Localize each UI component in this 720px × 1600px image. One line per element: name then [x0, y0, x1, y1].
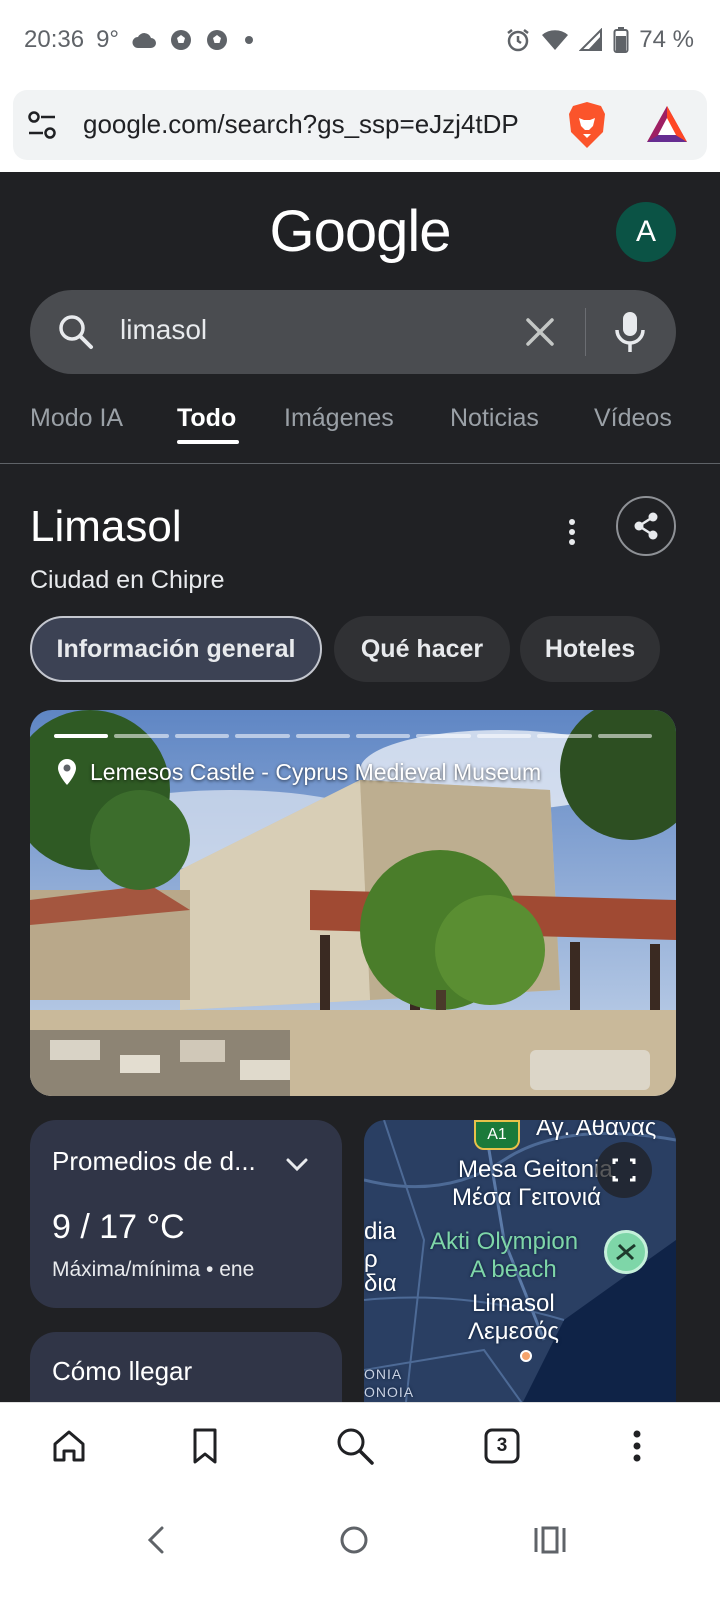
hero-caption[interactable]: Lemesos Castle - Cyprus Medieval Museum	[56, 758, 541, 786]
share-icon	[634, 512, 658, 540]
bookmark-icon[interactable]	[184, 1425, 226, 1467]
map-label: δια	[364, 1270, 397, 1297]
cloud-icon	[131, 31, 157, 49]
knowledge-panel-title: Limasol	[30, 502, 182, 551]
knowledge-panel-subtitle: Ciudad en Chipre	[30, 566, 225, 594]
back-icon[interactable]	[136, 1520, 176, 1560]
active-tab-indicator	[177, 440, 239, 444]
map-label: Limasol	[472, 1290, 555, 1317]
signal-icon	[579, 28, 603, 52]
browser-bottom-toolbar: 3	[0, 1402, 720, 1488]
wifi-icon	[541, 28, 569, 52]
more-options-icon[interactable]	[560, 512, 584, 552]
map-label: ONOIA	[364, 1384, 415, 1400]
map-label: Akti Olympion	[430, 1228, 579, 1255]
weather-card[interactable]: Promedios de d... 9 / 17 °C Máxima/mínim…	[30, 1120, 342, 1308]
city-marker	[520, 1350, 532, 1362]
address-bar[interactable]: google.com/search?gs_ssp=eJzj4tDP	[13, 90, 707, 160]
weather-subtitle: Máxima/mínima • ene	[52, 1258, 255, 1281]
map-card[interactable]: A1 Αγ. Αθανας Mesa Geitonia Μέσα Γειτονι…	[364, 1120, 676, 1420]
battery-icon	[613, 27, 629, 53]
beach-pin-icon[interactable]	[604, 1230, 648, 1274]
bat-rewards-icon[interactable]	[645, 104, 689, 144]
tab-imagenes[interactable]: Imágenes	[284, 404, 394, 433]
status-right: 74 %	[505, 26, 694, 54]
progress-segment	[356, 734, 411, 738]
map-label: Λεμεσός	[468, 1318, 559, 1345]
brave-shields-icon[interactable]	[565, 100, 609, 150]
hero-caption-text: Lemesos Castle - Cyprus Medieval Museum	[90, 758, 542, 785]
search-input[interactable]: limasol	[120, 314, 207, 346]
system-nav-bar	[0, 1488, 720, 1600]
weather-title: Promedios de d...	[52, 1146, 256, 1176]
progress-segment	[235, 734, 290, 738]
account-avatar[interactable]: A	[616, 202, 676, 262]
progress-segment	[174, 734, 230, 738]
status-time: 20:36	[24, 26, 85, 53]
more-icon[interactable]	[616, 1425, 658, 1467]
progress-segment	[537, 734, 592, 738]
url-text[interactable]: google.com/search?gs_ssp=eJzj4tDP	[83, 109, 563, 140]
soccer-ball-icon	[169, 28, 193, 52]
map-label: A beach	[470, 1256, 557, 1283]
search-icon[interactable]	[334, 1425, 376, 1467]
search-box[interactable]: limasol	[30, 290, 676, 374]
progress-segment	[476, 734, 532, 738]
map-label: ONIA	[364, 1366, 403, 1382]
search-divider	[585, 308, 586, 356]
chip-informacion-general[interactable]: Información general	[30, 616, 322, 682]
search-tabs: Modo IA Todo Imágenes Noticias Vídeos	[0, 398, 720, 464]
chip-que-hacer[interactable]: Qué hacer	[334, 616, 510, 682]
tab-todo[interactable]: Todo	[177, 404, 236, 433]
recents-icon[interactable]	[530, 1520, 570, 1560]
google-logo[interactable]: Google	[0, 198, 720, 265]
battery-percent: 74 %	[639, 26, 694, 53]
progress-segment	[114, 734, 169, 738]
clear-search-icon[interactable]	[522, 314, 558, 350]
expand-map-button[interactable]	[596, 1142, 652, 1198]
tab-noticias[interactable]: Noticias	[450, 404, 539, 433]
status-temperature: 9°	[96, 26, 120, 53]
tabs-icon[interactable]: 3	[481, 1425, 523, 1467]
google-results-page: Google A limasol Modo IA Todo Imágenes N…	[0, 172, 720, 1430]
map-label: Mesa Geitonia	[458, 1156, 613, 1183]
home-icon[interactable]	[48, 1425, 90, 1467]
weather-temperature: 9 / 17 °C	[52, 1208, 185, 1246]
mic-icon[interactable]	[612, 310, 648, 354]
progress-segment	[597, 734, 653, 738]
status-bar: 20:36 9° 74 %	[0, 0, 720, 86]
map-label: Αγ. Αθανας	[536, 1120, 657, 1141]
tabs-count: 3	[496, 1435, 508, 1456]
tab-videos[interactable]: Vídeos	[594, 404, 672, 433]
site-settings-icon[interactable]	[25, 108, 59, 142]
map-label: Μέσα Γειτονιά	[452, 1184, 601, 1211]
progress-segment	[416, 734, 471, 738]
story-progress	[54, 734, 653, 738]
dot-icon	[241, 32, 257, 48]
road-badge: A1	[474, 1120, 520, 1150]
directions-title: Cómo llegar	[52, 1356, 193, 1386]
share-button[interactable]	[616, 496, 676, 556]
chip-hoteles[interactable]: Hoteles	[520, 616, 660, 682]
home-circle-icon[interactable]	[334, 1520, 374, 1560]
expand-icon	[612, 1158, 636, 1182]
map-label: dia	[364, 1218, 397, 1245]
hero-image[interactable]: Lemesos Castle - Cyprus Medieval Museum	[30, 710, 676, 1096]
search-icon	[56, 312, 96, 352]
progress-segment	[54, 734, 109, 738]
tab-modo-ia[interactable]: Modo IA	[30, 404, 123, 433]
location-pin-icon	[58, 759, 76, 785]
progress-segment	[295, 734, 351, 738]
chevron-down-icon[interactable]	[284, 1152, 310, 1178]
soccer-ball-icon	[205, 28, 229, 52]
alarm-icon	[505, 27, 531, 53]
status-left: 20:36 9°	[24, 26, 257, 54]
